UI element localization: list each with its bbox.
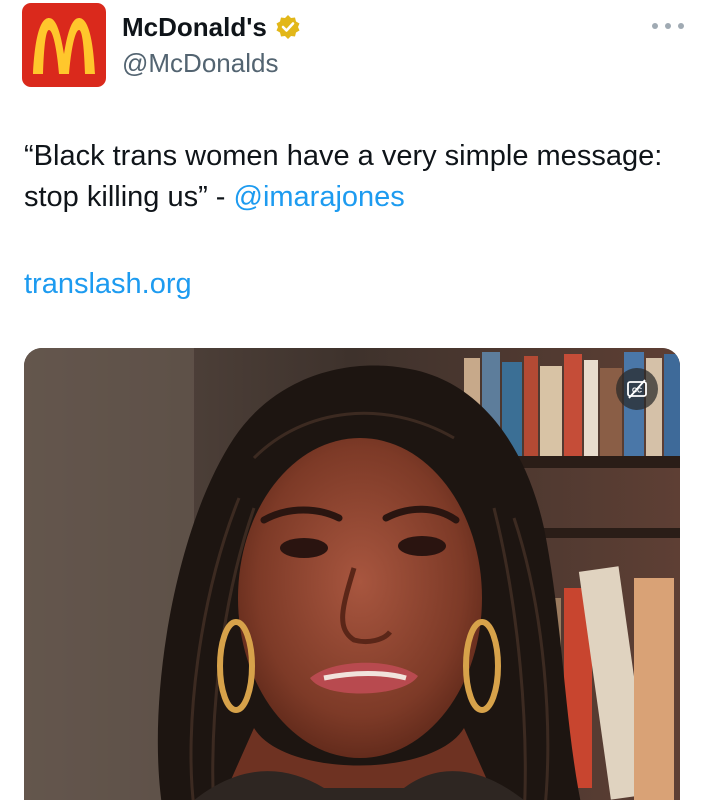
closed-captions-off-icon[interactable]: CC	[616, 368, 658, 410]
author-name[interactable]: McDonald's	[122, 12, 267, 43]
external-link[interactable]: translash.org	[24, 264, 192, 305]
mcdonalds-logo-icon	[33, 18, 95, 74]
video-frame	[24, 348, 680, 800]
author-avatar[interactable]	[22, 3, 106, 87]
verified-badge-icon	[275, 14, 301, 40]
video-media[interactable]: CC	[24, 348, 680, 800]
more-dots-icon[interactable]	[652, 16, 684, 36]
more-dot	[678, 23, 684, 29]
author-block: McDonald's @McDonalds	[122, 10, 301, 79]
author-handle[interactable]: @McDonalds	[122, 48, 301, 79]
tweet-text: “Black trans women have a very simple me…	[24, 136, 664, 218]
more-dot	[665, 23, 671, 29]
more-dot	[652, 23, 658, 29]
mention-link[interactable]: @imarajones	[234, 181, 405, 213]
